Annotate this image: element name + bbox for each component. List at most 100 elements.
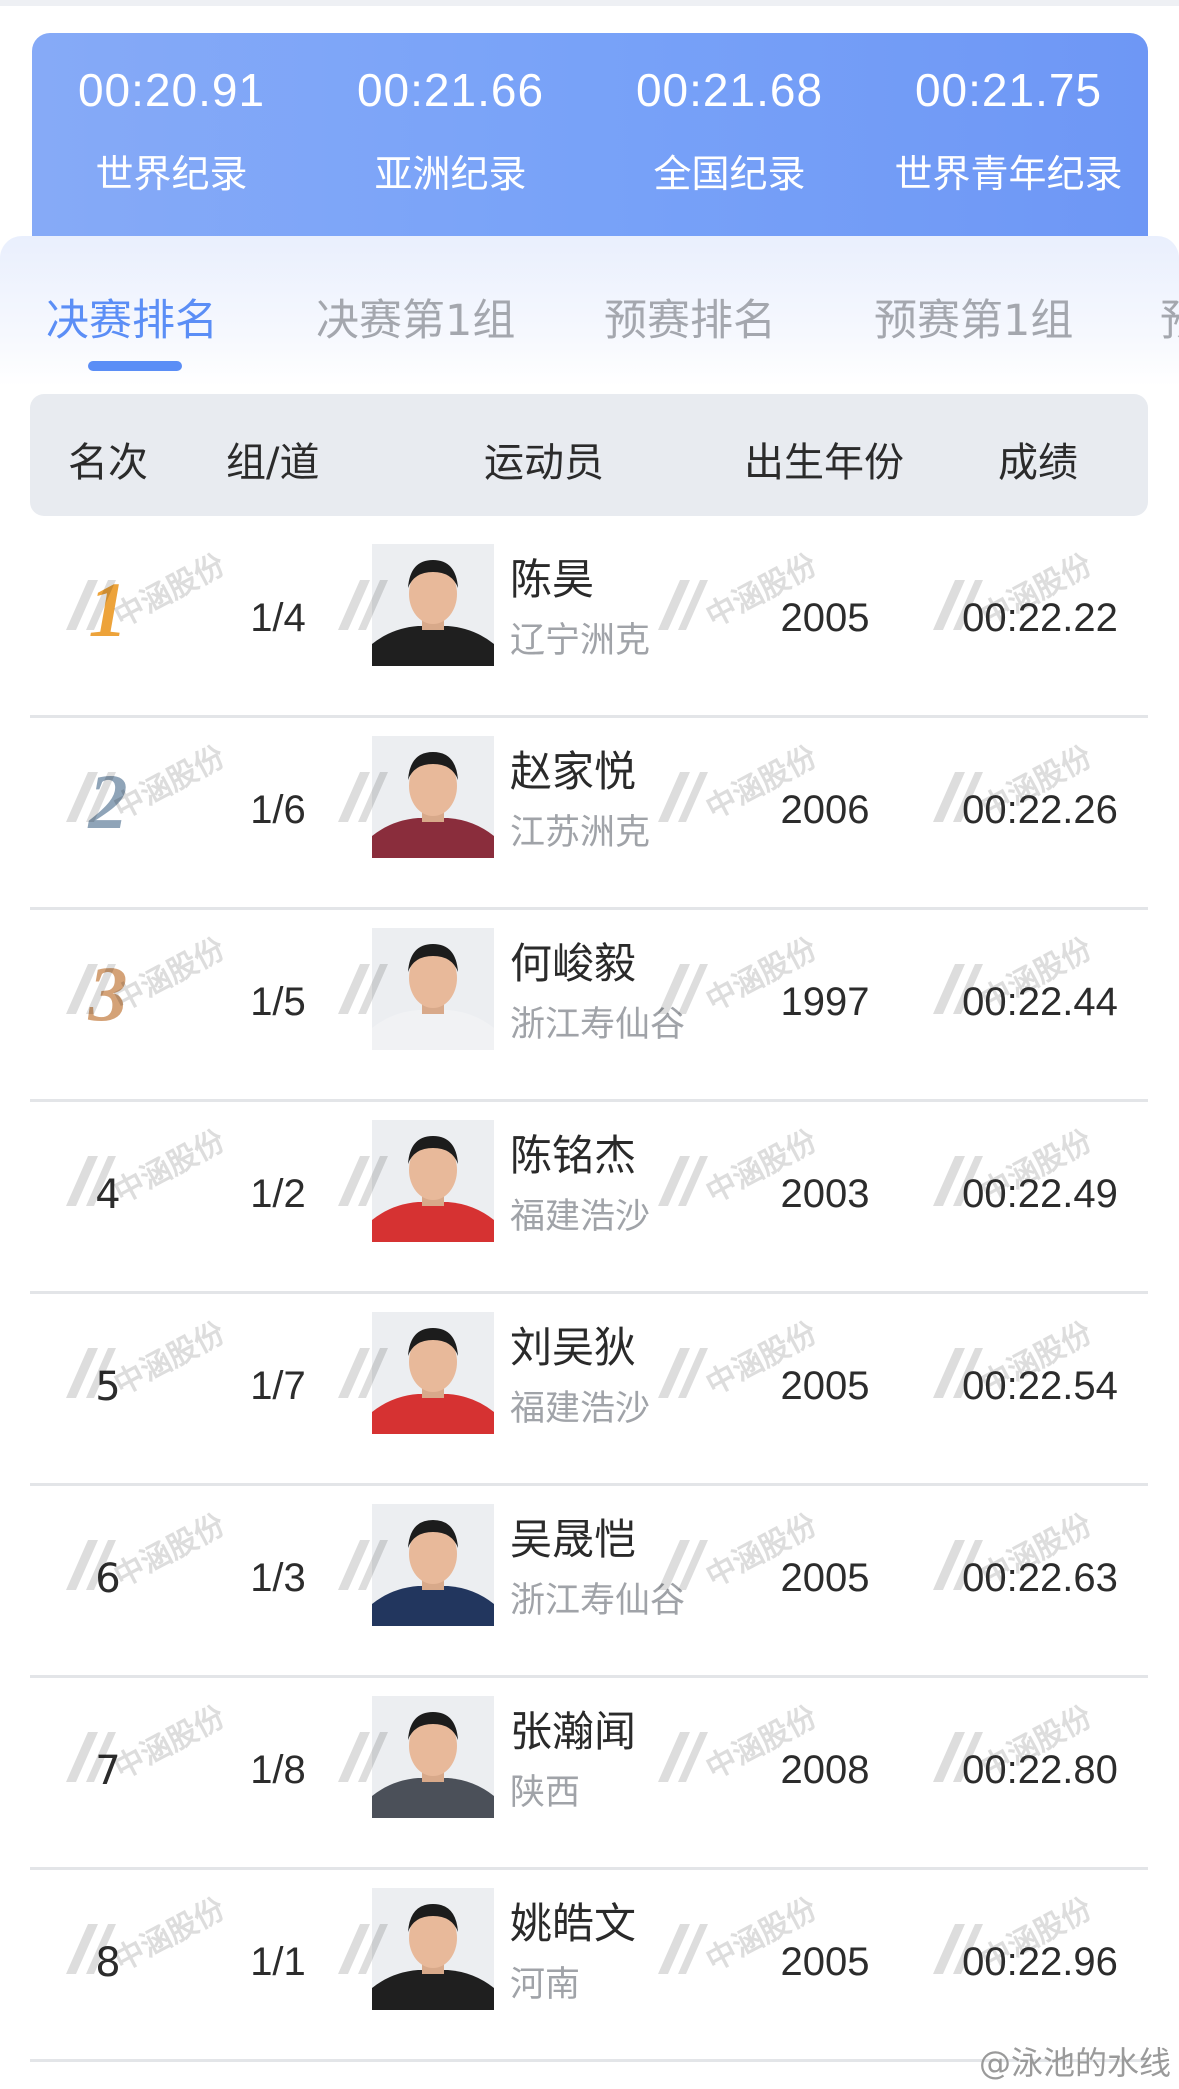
result-time-cell: 00:22.44: [962, 980, 1118, 1024]
top-strip: [0, 0, 1179, 6]
birth-year-cell: 2005: [780, 596, 870, 640]
athlete-name: 姚皓文: [510, 1899, 637, 1948]
result-time-cell: 00:22.80: [962, 1748, 1118, 1792]
birth-year-cell: 2005: [780, 1364, 870, 1408]
athlete-team: 江苏洲克: [510, 813, 651, 853]
lane-cell: 1/1: [250, 1940, 306, 1984]
table-row[interactable]: 2 中涵股份 1/6 赵家悦 江苏洲克 中涵股份 中涵股份 2006 00:22.26: [0, 718, 1179, 910]
rank-number: 4: [95, 1172, 121, 1218]
athlete-photo: [372, 1312, 494, 1434]
results-card: 决赛排名 决赛第1组 预赛排名 预赛第1组 预 名次 组/道 运动员 出生年份 …: [0, 236, 1179, 2089]
tab-next-partial[interactable]: 预: [1160, 286, 1179, 348]
rank-medal-icon: 1: [88, 566, 128, 653]
lane-cell: 1/6: [250, 788, 306, 832]
rank-number: 7: [95, 1748, 121, 1794]
watermark-logo-icon: 中涵股份: [650, 1699, 823, 1796]
tab-final-heat-1[interactable]: 决赛第1组: [316, 286, 515, 348]
birth-year-cell: 1997: [780, 980, 870, 1024]
results-screen: 00:20.91 世界纪录 00:21.66 亚洲纪录 00:21.68 全国纪…: [0, 0, 1179, 2089]
header-rank: 名次: [68, 440, 148, 486]
rank-medal-icon: 2: [88, 758, 128, 845]
athlete-name: 陈昊: [510, 555, 595, 604]
rank-medal-icon: 3: [88, 950, 128, 1037]
record-world: 00:20.91 世界纪录: [32, 33, 311, 253]
athlete-team: 浙江寿仙谷: [510, 1581, 686, 1621]
lane-cell: 1/5: [250, 980, 306, 1024]
athlete-name: 赵家悦: [510, 747, 637, 796]
athlete-team: 福建浩沙: [510, 1389, 651, 1429]
record-label: 世界青年纪录: [894, 152, 1123, 196]
tab-final-ranking[interactable]: 决赛排名: [46, 286, 218, 348]
athlete-name: 吴晟恺: [510, 1515, 637, 1564]
table-row[interactable]: 5 中涵股份 1/7 刘吴狄 福建浩沙 中涵股份 中涵股份 2005 00:22.54: [0, 1294, 1179, 1486]
athlete-photo: [372, 736, 494, 858]
watermark-logo-icon: 中涵股份: [650, 1315, 823, 1412]
record-time: 00:21.75: [914, 64, 1103, 116]
result-time-cell: 00:22.22: [962, 596, 1118, 640]
result-time-cell: 00:22.54: [962, 1364, 1118, 1408]
table-row[interactable]: 3 中涵股份 1/5 何峻毅 浙江寿仙谷 中涵股份 中涵股份 1997 00:22.44: [0, 910, 1179, 1102]
athlete-team: 辽宁洲克: [510, 621, 651, 661]
athlete-photo: [372, 1504, 494, 1626]
lane-cell: 1/7: [250, 1364, 306, 1408]
record-label: 亚洲纪录: [374, 152, 527, 196]
tab-prelim-heat-1[interactable]: 预赛第1组: [874, 286, 1073, 348]
watermark-logo-icon: 中涵股份: [650, 1891, 823, 1988]
rank-number: 8: [95, 1940, 121, 1986]
athlete-name: 陈铭杰: [510, 1131, 637, 1180]
table-row[interactable]: 7 中涵股份 1/8 张瀚闻 陕西 中涵股份 中涵股份 2008 00:22.80: [0, 1678, 1179, 1870]
watermark-logo-icon: 中涵股份: [650, 1123, 823, 1220]
header-birth-year: 出生年份: [744, 440, 904, 486]
athlete-photo: [372, 1888, 494, 2010]
tab-prelim-ranking[interactable]: 预赛排名: [604, 286, 776, 348]
result-time-cell: 00:22.63: [962, 1556, 1118, 1600]
record-asia: 00:21.66 亚洲纪录: [311, 33, 590, 253]
birth-year-cell: 2006: [780, 788, 870, 832]
record-label: 世界纪录: [95, 152, 248, 196]
lane-cell: 1/8: [250, 1748, 306, 1792]
active-tab-indicator: [88, 361, 182, 371]
record-time: 00:21.68: [635, 64, 824, 116]
record-label: 全国纪录: [653, 152, 806, 196]
result-time-cell: 00:22.49: [962, 1172, 1118, 1216]
rank-number: 5: [95, 1364, 121, 1410]
table-row[interactable]: 1 中涵股份 1/4 陈昊 辽宁洲克 中涵股份 中涵股份 2005 00:22.22: [0, 526, 1179, 718]
rank-number: 6: [95, 1556, 121, 1602]
record-national: 00:21.68 全国纪录: [590, 33, 869, 253]
tab-bar: 决赛排名 决赛第1组 预赛排名 预赛第1组 预: [0, 236, 1179, 386]
athlete-name: 刘吴狄: [510, 1323, 637, 1372]
watermark-logo-icon: 中涵股份: [650, 739, 823, 836]
header-athlete: 运动员: [484, 440, 604, 486]
lane-cell: 1/3: [250, 1556, 306, 1600]
header-lane: 组/道: [226, 440, 320, 486]
table-row[interactable]: 8 中涵股份 1/1 姚皓文 河南 中涵股份 中涵股份 2005 00:22.96: [0, 1870, 1179, 2062]
athlete-team: 陕西: [510, 1773, 581, 1813]
record-time: 00:21.66: [356, 64, 545, 116]
athlete-name: 何峻毅: [510, 939, 637, 988]
record-world-junior: 00:21.75 世界青年纪录: [869, 33, 1148, 253]
athlete-photo: [372, 1696, 494, 1818]
birth-year-cell: 2005: [780, 1940, 870, 1984]
birth-year-cell: 2005: [780, 1556, 870, 1600]
records-banner: 00:20.91 世界纪录 00:21.66 亚洲纪录 00:21.68 全国纪…: [32, 33, 1148, 253]
table-row[interactable]: 6 中涵股份 1/3 吴晟恺 浙江寿仙谷 中涵股份 中涵股份 2005 00:22.63: [0, 1486, 1179, 1678]
athlete-name: 张瀚闻: [510, 1707, 637, 1756]
table-header: 名次 组/道 运动员 出生年份 成绩: [30, 394, 1148, 516]
lane-cell: 1/4: [250, 596, 306, 640]
lane-cell: 1/2: [250, 1172, 306, 1216]
athlete-photo: [372, 544, 494, 666]
athlete-team: 福建浩沙: [510, 1197, 651, 1237]
birth-year-cell: 2003: [780, 1172, 870, 1216]
athlete-photo: [372, 928, 494, 1050]
athlete-team: 浙江寿仙谷: [510, 1005, 686, 1045]
athlete-photo: [372, 1120, 494, 1242]
athlete-team: 河南: [510, 1965, 581, 2005]
birth-year-cell: 2008: [780, 1748, 870, 1792]
result-time-cell: 00:22.26: [962, 788, 1118, 832]
result-time-cell: 00:22.96: [962, 1940, 1118, 1984]
record-time: 00:20.91: [77, 64, 266, 116]
table-row[interactable]: 4 中涵股份 1/2 陈铭杰 福建浩沙 中涵股份 中涵股份 2003 00:22.49: [0, 1102, 1179, 1294]
results-table: 1 中涵股份 1/4 陈昊 辽宁洲克 中涵股份 中涵股份 2005 00:22.22 2 中涵股份 1…: [0, 526, 1179, 2062]
weibo-credit: @泳池的水线: [978, 2044, 1171, 2082]
header-result: 成绩: [998, 440, 1078, 486]
